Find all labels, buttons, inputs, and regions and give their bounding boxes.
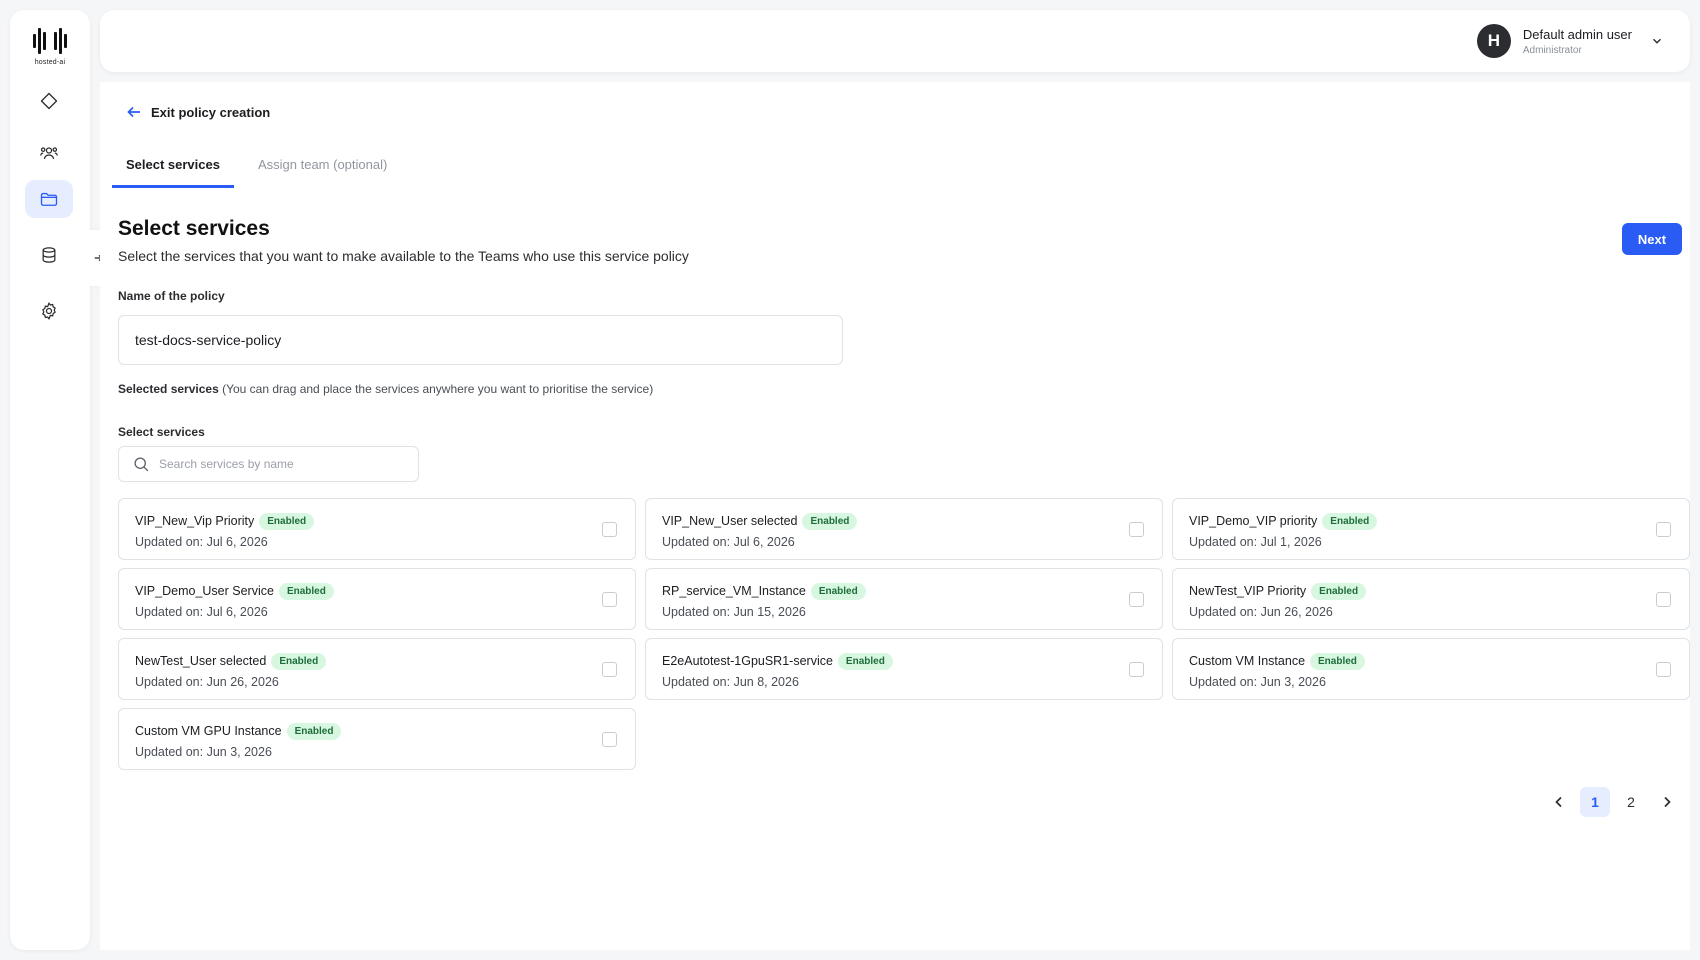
- logo-icon: [33, 26, 67, 56]
- service-card[interactable]: RP_service_VM_Instance Enabled Updated on…: [645, 568, 1163, 630]
- logo[interactable]: hosted-ai: [30, 26, 70, 76]
- next-button[interactable]: Next: [1622, 223, 1682, 255]
- status-badge: Enabled: [802, 512, 858, 530]
- service-checkbox[interactable]: [1129, 592, 1144, 607]
- service-updated-date: Updated on: Jun 26, 2026: [135, 675, 279, 689]
- service-checkbox[interactable]: [1656, 592, 1671, 607]
- sidebar: hosted-ai: [10, 10, 90, 950]
- user-role: Administrator: [1522, 44, 1582, 56]
- nav-item-storage[interactable]: [25, 236, 73, 274]
- service-updated-date: Updated on: Jul 1, 2026: [1189, 535, 1322, 549]
- service-updated-date: Updated on: Jun 8, 2026: [662, 675, 799, 689]
- service-updated-date: Updated on: Jun 26, 2026: [1189, 605, 1333, 619]
- page-subtitle: Select the services that you want to mak…: [118, 248, 689, 264]
- folder-icon: [40, 192, 58, 206]
- user-menu[interactable]: H Default admin user Administrator: [1476, 22, 1664, 60]
- service-checkbox[interactable]: [602, 522, 617, 537]
- chevron-down-icon: [1653, 38, 1661, 44]
- service-checkbox[interactable]: [1129, 522, 1144, 537]
- service-name: E2eAutotest-1GpuSR1-service: [662, 654, 833, 668]
- team-icon: [40, 147, 58, 159]
- arrow-left-icon: [127, 106, 140, 118]
- logo-text: hosted-ai: [34, 59, 66, 66]
- prev-page-button[interactable]: [1544, 787, 1574, 817]
- service-name: VIP_New_User selected: [662, 514, 798, 528]
- service-checkbox[interactable]: [602, 662, 617, 677]
- service-name: VIP_New_Vip Priority: [135, 514, 255, 528]
- selected-services-hint: (You can drag and place the services any…: [222, 382, 654, 396]
- policy-name-label: Name of the policy: [118, 289, 225, 303]
- exit-policy-creation-link[interactable]: Exit policy creation: [126, 104, 270, 120]
- service-name: Custom VM GPU Instance: [135, 724, 282, 738]
- status-badge: Enabled: [1322, 512, 1378, 530]
- chevron-right-icon: [1664, 796, 1671, 808]
- service-updated-date: Updated on: Jul 6, 2026: [135, 535, 268, 549]
- service-card[interactable]: VIP_New_User selected Enabled Updated on:…: [645, 498, 1163, 560]
- tab-select-services[interactable]: Select services: [112, 156, 234, 188]
- service-checkbox[interactable]: [1656, 662, 1671, 677]
- exit-link-label: Exit policy creation: [151, 104, 271, 120]
- service-name: VIP_Demo_VIP priority: [1189, 514, 1318, 528]
- diamond-icon: [40, 92, 58, 110]
- avatar: H: [1476, 24, 1511, 58]
- status-badge: Enabled: [810, 582, 866, 600]
- service-card[interactable]: E2eAutotest-1GpuSR1-service Enabled Updat…: [645, 638, 1163, 700]
- topbar: H Default admin user Administrator: [100, 10, 1690, 72]
- service-updated-date: Updated on: Jul 6, 2026: [662, 535, 795, 549]
- nav-item-services[interactable]: [25, 82, 73, 120]
- page-title: Select services: [118, 217, 270, 240]
- page-button-2[interactable]: 2: [1616, 787, 1646, 817]
- status-badge: Enabled: [1310, 652, 1365, 670]
- nav-item-teams[interactable]: [25, 134, 73, 172]
- status-badge: Enabled: [1311, 582, 1367, 600]
- service-checkbox[interactable]: [602, 732, 617, 747]
- selected-services-note: Selected services (You can drag and plac…: [118, 382, 653, 396]
- service-updated-date: Updated on: Jun 3, 2026: [1189, 675, 1326, 689]
- service-card[interactable]: Custom VM Instance Enabled Updated on: Ju…: [1172, 638, 1690, 700]
- search-icon: [134, 456, 149, 471]
- service-name: Custom VM Instance: [1189, 654, 1306, 668]
- nav-item-settings[interactable]: [25, 292, 73, 330]
- policy-name-input[interactable]: [118, 315, 843, 365]
- service-updated-date: Updated on: Jun 3, 2026: [135, 745, 272, 759]
- service-card[interactable]: NewTest_VIP Priority Enabled Updated on: …: [1172, 568, 1690, 630]
- chevron-left-icon: [1555, 796, 1562, 808]
- selected-services-label: Selected services: [118, 382, 219, 396]
- user-info: Default admin user Administrator: [1523, 27, 1632, 56]
- service-name: NewTest_VIP Priority: [1189, 584, 1307, 598]
- status-badge: Enabled: [271, 652, 327, 670]
- service-updated-date: Updated on: Jun 15, 2026: [662, 605, 806, 619]
- service-card[interactable]: VIP_New_Vip Priority Enabled Updated on: …: [118, 498, 636, 560]
- status-badge: Enabled: [837, 652, 893, 670]
- status-badge: Enabled: [286, 722, 342, 740]
- service-name: RP_service_VM_Instance: [662, 584, 806, 598]
- service-card[interactable]: NewTest_User selected Enabled Updated on:…: [118, 638, 636, 700]
- service-updated-date: Updated on: Jul 6, 2026: [135, 605, 268, 619]
- services-grid: VIP_New_Vip Priority Enabled Updated on: …: [118, 498, 1690, 770]
- status-badge: Enabled: [278, 582, 334, 600]
- service-card[interactable]: VIP_Demo_User Service Enabled Updated on:…: [118, 568, 636, 630]
- status-badge: Enabled: [259, 512, 315, 530]
- tab-assign-team[interactable]: Assign team (optional): [244, 156, 401, 188]
- service-checkbox[interactable]: [602, 592, 617, 607]
- pagination: 1 2: [1544, 787, 1682, 817]
- database-icon: [42, 247, 56, 263]
- service-checkbox[interactable]: [1656, 522, 1671, 537]
- service-name: VIP_Demo_User Service: [135, 584, 274, 598]
- main-content: Exit policy creation Select services Ass…: [100, 82, 1690, 950]
- select-services-label: Select services: [118, 425, 205, 439]
- service-search[interactable]: [118, 446, 419, 482]
- user-name: Default admin user: [1522, 26, 1632, 42]
- nav-item-policies[interactable]: [25, 180, 73, 218]
- next-page-button[interactable]: [1652, 787, 1682, 817]
- service-card[interactable]: VIP_Demo_VIP priority Enabled Updated on:…: [1172, 498, 1690, 560]
- tabs: Select services Assign team (optional): [112, 156, 401, 188]
- search-input[interactable]: [159, 457, 404, 471]
- page-button-1[interactable]: 1: [1580, 787, 1610, 817]
- gear-icon: [42, 302, 56, 320]
- service-name: NewTest_User selected: [135, 654, 267, 668]
- service-checkbox[interactable]: [1129, 662, 1144, 677]
- service-card[interactable]: Custom VM GPU Instance Enabled Updated on…: [118, 708, 636, 770]
